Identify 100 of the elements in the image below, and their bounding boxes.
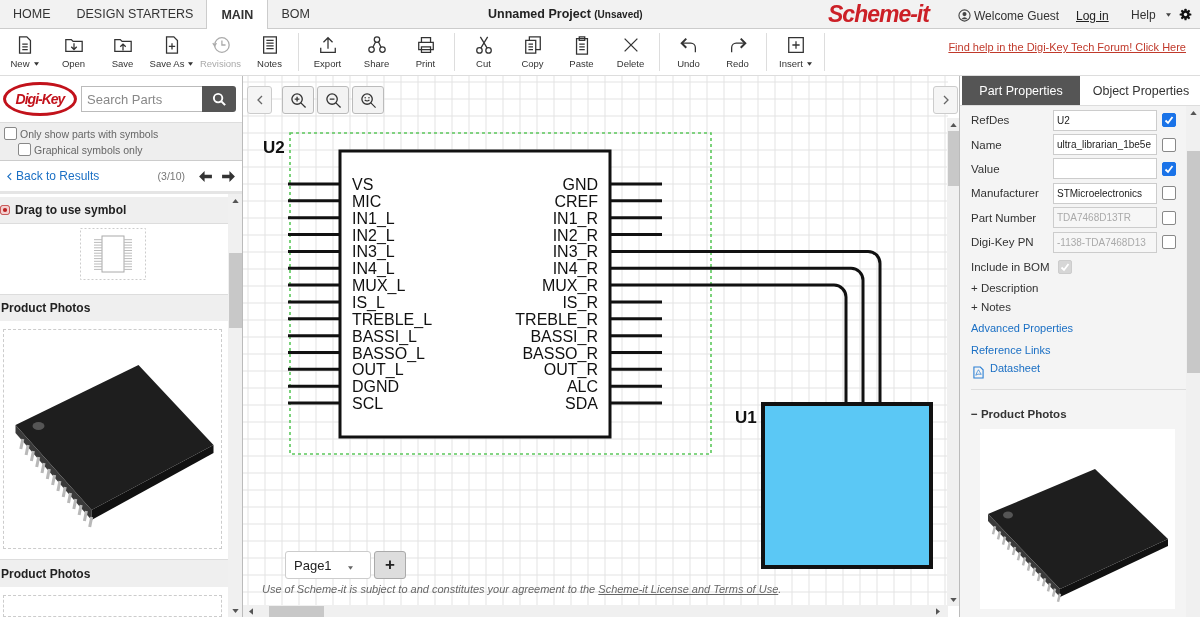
property-link[interactable]: Reference Links: [971, 339, 1051, 362]
input-field[interactable]: U2: [1053, 109, 1157, 131]
input-field[interactable]: ultra_librarian_1be5e: [1053, 134, 1157, 156]
nav-tab[interactable]: BOM: [268, 0, 323, 28]
page-select[interactable]: Page1: [285, 551, 371, 579]
chip-body[interactable]: [338, 149, 612, 439]
toolbar-button[interactable]: Copy: [508, 33, 557, 71]
section-heading[interactable]: − Product Photos: [971, 407, 1067, 420]
section-heading: Drag to use symbol: [15, 202, 127, 217]
nav-tab[interactable]: DESIGN STARTERS: [63, 0, 207, 28]
pin-label: TREBLE_L: [352, 310, 433, 328]
pin-line[interactable]: [610, 334, 662, 338]
pin-line[interactable]: [288, 199, 340, 203]
input-field[interactable]: STMicroelectronics: [1053, 182, 1157, 204]
pin-line[interactable]: [288, 334, 340, 338]
scrollbar-thumb[interactable]: [947, 131, 959, 186]
scroll-down-icon[interactable]: [949, 598, 957, 602]
checkbox[interactable]: [18, 143, 31, 156]
pin-line[interactable]: [288, 266, 340, 270]
pin-line[interactable]: [288, 367, 340, 371]
wire[interactable]: [662, 283, 848, 403]
zoom-in-button[interactable]: [282, 86, 314, 114]
expander-toggle[interactable]: + Notes: [971, 297, 1011, 317]
pin-line[interactable]: [288, 384, 340, 388]
toolbar-button[interactable]: Undo: [664, 33, 713, 71]
add-page-button[interactable]: +: [374, 551, 406, 579]
zoom-out-button[interactable]: [317, 86, 349, 114]
checkbox[interactable]: [1162, 186, 1176, 201]
expander-toggle[interactable]: + Description: [971, 278, 1039, 298]
document-icon: [973, 366, 984, 380]
pin-label: VS: [352, 176, 374, 193]
project-title: Unnamed Project (Unsaved): [488, 7, 643, 21]
toolbar-button[interactable]: Notes: [245, 33, 294, 71]
caret-icon: [33, 62, 39, 67]
nav-tab[interactable]: HOME: [0, 0, 64, 28]
search-button[interactable]: [202, 86, 236, 112]
checkbox[interactable]: [1162, 161, 1176, 176]
toolbar-button[interactable]: Delete: [606, 33, 655, 71]
pin-label: DGND: [352, 378, 400, 396]
search-field[interactable]: Search Parts: [81, 86, 202, 112]
toolbar-button[interactable]: Redo: [713, 33, 762, 71]
pin-line[interactable]: [288, 216, 340, 220]
pin-line[interactable]: [610, 317, 662, 321]
pin-line[interactable]: [610, 199, 662, 203]
checkbox[interactable]: [1162, 113, 1176, 128]
toolbar-button[interactable]: Save As: [147, 33, 196, 71]
toolbar-button[interactable]: Print: [401, 33, 450, 71]
filter-label: Only show parts with symbols: [20, 127, 159, 140]
scroll-up-icon[interactable]: [1189, 111, 1197, 115]
input-field[interactable]: [1053, 158, 1157, 180]
panel-tab[interactable]: Part Properties: [962, 76, 1080, 105]
scroll-down-icon[interactable]: [231, 609, 239, 613]
toolbar-button[interactable]: Save: [98, 33, 147, 71]
scrollbar-thumb[interactable]: [228, 253, 242, 328]
pin-line[interactable]: [610, 216, 662, 220]
forum-link[interactable]: Find help in the Digi-Key Tech Forum! Click Here: [948, 41, 1186, 53]
pin-line[interactable]: [610, 266, 662, 270]
datasheet-link[interactable]: Datasheet: [990, 361, 1041, 374]
scroll-left-icon[interactable]: [249, 607, 253, 615]
scrollbar-thumb[interactable]: [1186, 151, 1200, 373]
block-part[interactable]: [761, 402, 933, 569]
toolbar-button[interactable]: Export: [303, 33, 352, 71]
pin-line[interactable]: [288, 249, 340, 253]
pin-line[interactable]: [610, 367, 662, 371]
pin-line[interactable]: [610, 249, 662, 253]
field-label: Include in BOM: [971, 260, 1051, 273]
pin-line[interactable]: [610, 384, 662, 388]
pin-label: MUX_R: [542, 277, 598, 295]
pin-line[interactable]: [610, 233, 662, 237]
toolbar-button[interactable]: Open: [49, 33, 98, 71]
toolbar-button[interactable]: Insert: [771, 33, 820, 71]
pin-label: IN2_L: [352, 226, 395, 244]
login-link[interactable]: Log in: [1076, 9, 1109, 23]
back-link[interactable]: Back to Results: [16, 169, 100, 183]
zoom-fit-button[interactable]: [352, 86, 384, 114]
pin-label: IS_R: [562, 293, 598, 311]
checkbox[interactable]: [4, 127, 17, 140]
pin-label: IN4_R: [552, 260, 598, 278]
toolbar-button[interactable]: New: [0, 33, 49, 71]
filter-label: Graphical symbols only: [34, 143, 143, 156]
settings-icon[interactable]: [1179, 8, 1192, 21]
wire[interactable]: [662, 249, 882, 403]
toolbar-button[interactable]: Cut: [459, 33, 508, 71]
scrollbar-thumb[interactable]: [269, 605, 324, 617]
scroll-up-icon[interactable]: [949, 123, 957, 127]
checkbox[interactable]: [1162, 137, 1176, 152]
toolbar-button[interactable]: Paste: [557, 33, 606, 71]
property-link[interactable]: Advanced Properties: [971, 316, 1074, 340]
scroll-right-icon[interactable]: [936, 607, 940, 615]
help-menu[interactable]: Help: [1131, 8, 1171, 22]
panel-tab[interactable]: Object Properties: [1082, 76, 1200, 105]
wire[interactable]: [662, 266, 865, 403]
scroll-up-icon[interactable]: [231, 199, 239, 203]
arrow-right-icon[interactable]: [222, 170, 235, 182]
symbol-thumbnail[interactable]: [80, 227, 146, 280]
arrow-left-icon[interactable]: [199, 170, 212, 182]
nav-tab[interactable]: MAIN: [206, 0, 269, 29]
pin-line[interactable]: [288, 317, 340, 321]
toolbar-button[interactable]: Share: [352, 33, 401, 71]
pin-line[interactable]: [288, 233, 340, 237]
